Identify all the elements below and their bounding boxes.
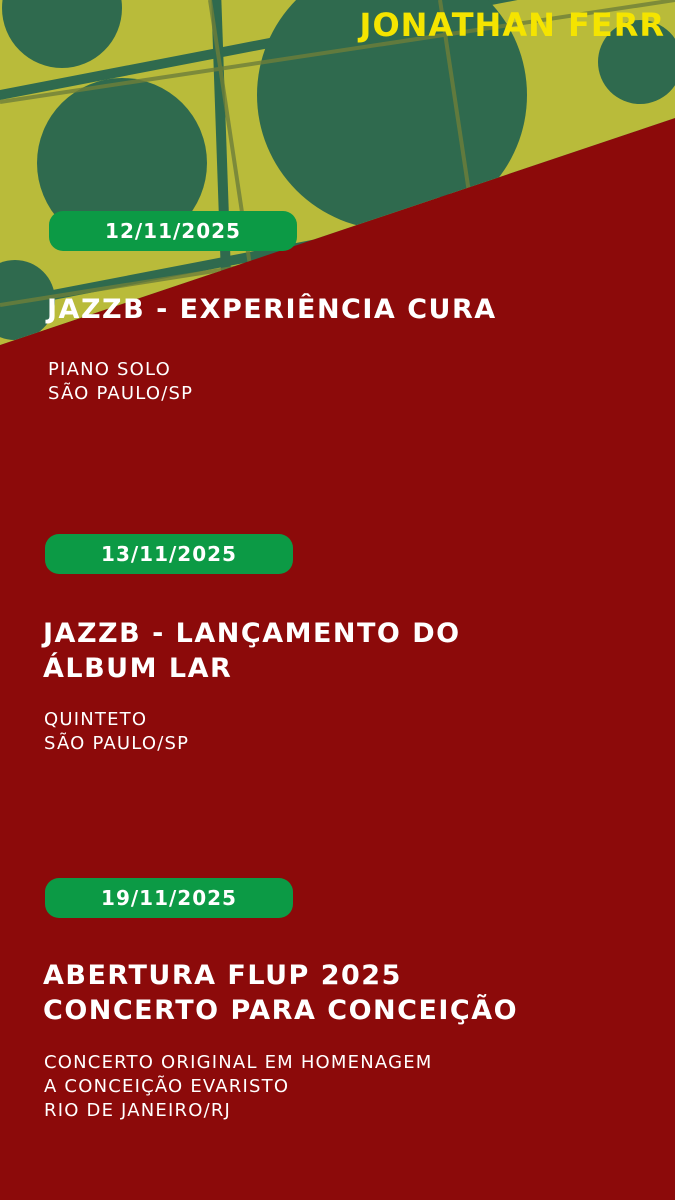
- event-title: ABERTURA FLUP 2025 CONCERTO PARA CONCEIÇ…: [43, 958, 518, 1028]
- event-date-badge: 12/11/2025: [49, 211, 297, 251]
- event-location: SÃO PAULO/SP: [48, 383, 194, 404]
- event-description: A CONCEIÇÃO EVARISTO: [44, 1076, 290, 1097]
- event-date-badge: 13/11/2025: [45, 534, 293, 574]
- event-details: PIANO SOLO SÃO PAULO/SP: [48, 358, 193, 406]
- event-title-line: JAZZB - EXPERIÊNCIA CURA: [47, 294, 497, 325]
- event-description: CONCERTO ORIGINAL EM HOMENAGEM: [44, 1052, 433, 1073]
- event-location: SÃO PAULO/SP: [44, 733, 190, 754]
- event-details: CONCERTO ORIGINAL EM HOMENAGEM A CONCEIÇ…: [44, 1051, 433, 1123]
- event-title: JAZZB - EXPERIÊNCIA CURA: [47, 292, 497, 327]
- event-title: JAZZB - LANÇAMENTO DO ÁLBUM LAR: [43, 616, 461, 686]
- event-title-line: JAZZB - LANÇAMENTO DO: [43, 618, 461, 649]
- event-title-line: CONCERTO PARA CONCEIÇÃO: [43, 995, 519, 1026]
- event-location: RIO DE JANEIRO/RJ: [44, 1100, 232, 1121]
- event-date-badge: 19/11/2025: [45, 878, 293, 918]
- event-format: PIANO SOLO: [48, 359, 171, 380]
- artist-name-title: JONATHAN FERR: [359, 6, 665, 44]
- event-format: QUINTETO: [44, 709, 148, 730]
- grid-pattern: [0, 0, 675, 345]
- event-title-line: ABERTURA FLUP 2025: [43, 960, 402, 991]
- event-details: QUINTETO SÃO PAULO/SP: [44, 708, 189, 756]
- event-title-line: ÁLBUM LAR: [43, 653, 233, 684]
